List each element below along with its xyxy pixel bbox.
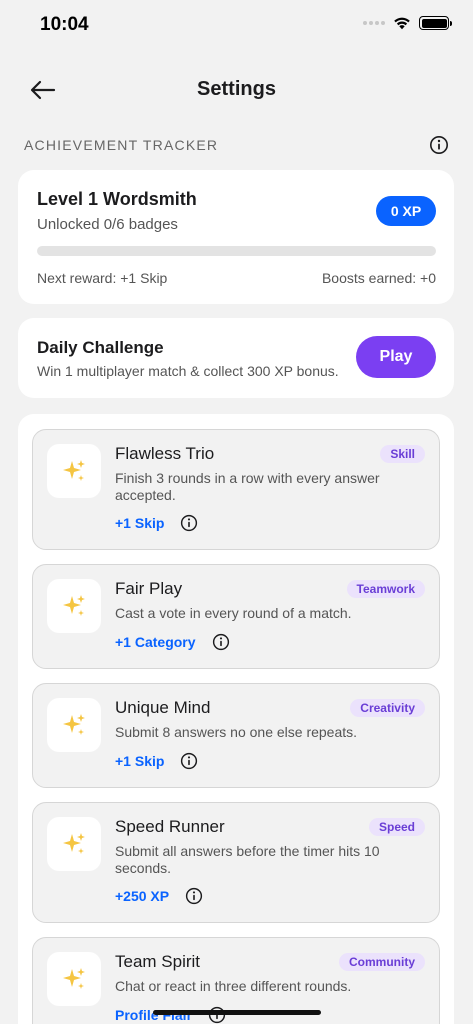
daily-challenge-title: Daily Challenge [37, 338, 164, 357]
reward-info-button[interactable] [180, 752, 198, 770]
achievement-reward-row: +250 XP [115, 887, 203, 905]
achievement-reward[interactable]: +1 Category [115, 634, 196, 650]
info-icon [181, 514, 198, 532]
level-progress-bar [37, 246, 436, 256]
reward-info-button[interactable] [180, 514, 198, 532]
achievement-card[interactable]: Speed Runner Speed Submit all answers be… [32, 802, 440, 923]
achievement-title: Flawless Trio [115, 444, 215, 463]
info-icon [181, 752, 198, 770]
wifi-icon [394, 17, 410, 30]
achievement-tracker-card: Level 1 Wordsmith Unlocked 0/6 badges 0 … [18, 170, 454, 304]
status-bar: 10:04 [0, 0, 473, 52]
achievement-reward-row: Profile Flair [115, 1006, 226, 1024]
status-icons [363, 16, 452, 30]
status-time: 10:04 [40, 14, 89, 35]
achievement-reward[interactable]: +1 Skip [115, 753, 164, 769]
badges-unlocked: Unlocked 0/6 badges [37, 216, 178, 233]
daily-challenge-card: Daily Challenge Win 1 multiplayer match … [18, 318, 454, 398]
section-info-button[interactable] [429, 135, 449, 155]
sparkles-icon [47, 817, 101, 871]
daily-challenge-description: Win 1 multiplayer match & collect 300 XP… [37, 363, 339, 379]
info-icon [186, 887, 203, 905]
achievement-reward-row: +1 Skip [115, 752, 198, 770]
achievement-description: Finish 3 rounds in a row with every answ… [115, 470, 380, 503]
achievements-list: Flawless Trio Skill Finish 3 rounds in a… [18, 414, 454, 1024]
reward-info-button[interactable] [208, 1006, 226, 1024]
nav-bar: Settings [0, 70, 473, 110]
achievement-card[interactable]: Fair Play Teamwork Cast a vote in every … [32, 564, 440, 669]
xp-badge: 0 XP [376, 196, 436, 226]
sparkles-icon [47, 579, 101, 633]
achievement-description: Chat or react in three different rounds. [115, 978, 352, 994]
reward-info-button[interactable] [185, 887, 203, 905]
achievement-tag: Creativity [350, 699, 425, 717]
battery-icon [419, 16, 452, 30]
info-icon [430, 136, 448, 154]
achievement-tag: Skill [380, 445, 425, 463]
play-button[interactable]: Play [356, 336, 436, 378]
boosts-earned: Boosts earned: +0 [321, 270, 436, 286]
achievement-title: Unique Mind [115, 698, 211, 717]
achievement-tag: Community [339, 953, 425, 971]
achievement-title: Team Spirit [115, 952, 201, 971]
achievement-card[interactable]: Flawless Trio Skill Finish 3 rounds in a… [32, 429, 440, 550]
achievement-description: Submit all answers before the timer hits… [115, 843, 380, 876]
info-icon [208, 1006, 226, 1024]
next-reward: Next reward: +1 Skip [37, 270, 168, 286]
achievement-reward-row: +1 Skip [115, 514, 198, 532]
achievement-reward[interactable]: +250 XP [115, 888, 169, 904]
achievement-card[interactable]: Unique Mind Creativity Submit 8 answers … [32, 683, 440, 788]
page-title: Settings [197, 78, 276, 100]
level-title: Level 1 Wordsmith [37, 189, 197, 209]
achievement-title: Speed Runner [115, 817, 225, 836]
sparkles-icon [47, 444, 101, 498]
info-icon [212, 633, 229, 651]
achievement-description: Cast a vote in every round of a match. [115, 605, 352, 621]
home-indicator [153, 1010, 321, 1015]
achievement-tag: Speed [368, 818, 425, 836]
achievement-reward[interactable]: +1 Skip [115, 515, 164, 531]
signal-icon [363, 21, 385, 25]
achievement-reward-row: +1 Category [115, 633, 230, 651]
section-title: ACHIEVEMENT TRACKER [24, 137, 219, 153]
sparkles-icon [47, 952, 101, 1006]
achievement-tag: Teamwork [346, 580, 425, 598]
reward-info-button[interactable] [212, 633, 230, 651]
section-header: ACHIEVEMENT TRACKER [24, 134, 449, 156]
achievement-title: Fair Play [115, 579, 183, 598]
achievement-description: Submit 8 answers no one else repeats. [115, 724, 358, 740]
sparkles-icon [47, 698, 101, 752]
